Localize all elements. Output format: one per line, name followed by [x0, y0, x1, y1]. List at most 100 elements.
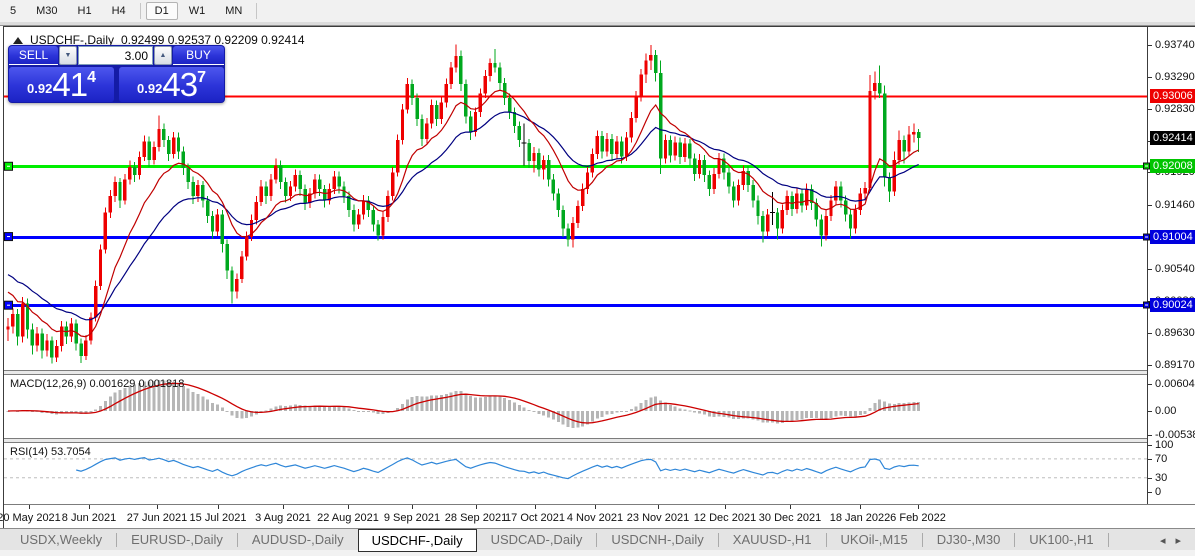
- rsi-axis-label: 30: [1155, 472, 1167, 484]
- sell-price-button[interactable]: 0.92414: [9, 67, 114, 102]
- timeframe-toolbar: 5M30H1H4 D1W1MN: [0, 0, 1195, 22]
- timeframe-button-H4[interactable]: H4: [103, 2, 135, 20]
- price-line-badge[interactable]: 0.93006: [1150, 89, 1195, 103]
- price-axis-tick: [1148, 77, 1152, 78]
- timeframe-button-D1[interactable]: D1: [146, 2, 178, 20]
- macd-axis-tick: [1148, 384, 1152, 385]
- tab-ukoil-m15[interactable]: UKOil-,M15: [827, 529, 922, 549]
- macd-label: MACD(12,26,9) 0.001629 0.001818: [10, 378, 184, 390]
- terminal-window: 5M30H1H4D1W1MN USDCHF-,Daily 0.92499 0.9…: [0, 0, 1195, 556]
- timeframe-button-5[interactable]: 5: [1, 2, 25, 20]
- date-axis-label: 9 Sep 2021: [384, 512, 440, 524]
- date-axis-tick: [157, 505, 158, 509]
- date-axis-tick: [348, 505, 349, 509]
- date-axis-label: 12 Dec 2021: [694, 512, 756, 524]
- price-axis-tick: [1148, 269, 1152, 270]
- date-axis-tick: [535, 505, 536, 509]
- timeframe-button-W1[interactable]: W1: [180, 2, 215, 20]
- tab-audusd-daily[interactable]: AUDUSD-,Daily: [238, 529, 358, 549]
- volume-decrease-button[interactable]: ▼: [59, 46, 77, 65]
- date-axis-tick: [218, 505, 219, 509]
- symbol-tabbar: USDX,WeeklyEURUSD-,DailyAUDUSD-,DailyUSD…: [0, 528, 1195, 556]
- rsi-axis-label: 70: [1155, 453, 1167, 465]
- current-price-badge: 0.92414: [1150, 131, 1195, 145]
- price-axis-tick: [1148, 45, 1152, 46]
- tab-eurusd-daily[interactable]: EURUSD-,Daily: [117, 529, 237, 549]
- date-axis-tick: [790, 505, 791, 509]
- tab-scroll-left-icon[interactable]: ◂: [1160, 534, 1166, 547]
- date-axis-tick: [860, 505, 861, 509]
- date-axis-tick: [89, 505, 90, 509]
- price-axis-tick: [1148, 109, 1152, 110]
- date-axis-tick: [476, 505, 477, 509]
- buy-price-pip: 7: [197, 69, 206, 87]
- date-axis-label: 20 May 2021: [0, 512, 61, 524]
- macd-main-value: 0.001629: [89, 378, 135, 390]
- date-axis-label: 15 Jul 2021: [190, 512, 247, 524]
- rsi-axis-tick: [1148, 492, 1152, 493]
- arrow-down-icon: ▼: [65, 52, 72, 59]
- price-line-badge[interactable]: 0.90024: [1150, 298, 1195, 312]
- timeframe-button-M30[interactable]: M30: [27, 2, 66, 20]
- tab-usdx-weekly[interactable]: USDX,Weekly: [6, 529, 116, 549]
- date-axis-label: 18 Jan 2022: [830, 512, 891, 524]
- timeframe-button-MN[interactable]: MN: [216, 2, 251, 20]
- rsi-axis-label: 100: [1155, 439, 1173, 451]
- timeframe-button-H1[interactable]: H1: [69, 2, 101, 20]
- rsi-value: 53.7054: [51, 446, 91, 458]
- price-axis-label: 0.91460: [1155, 199, 1195, 211]
- date-axis-label: 28 Sep 2021: [445, 512, 507, 524]
- tab-separator: [1108, 533, 1109, 547]
- one-click-trading-panel: SELL ▼ 3.00 ▲ BUY 0.92414 0.92437: [8, 45, 225, 103]
- date-axis-tick: [412, 505, 413, 509]
- tab-dj30-m30[interactable]: DJ30-,M30: [923, 529, 1015, 549]
- date-axis-label: 4 Nov 2021: [567, 512, 623, 524]
- price-line-badge[interactable]: 0.91004: [1150, 230, 1195, 244]
- date-axis-label: 23 Nov 2021: [627, 512, 689, 524]
- price-axis-label: 0.93740: [1155, 39, 1195, 51]
- macd-axis-label: 0.00: [1155, 405, 1176, 417]
- price-axis: 0.937400.932900.928300.923700.919200.914…: [1147, 27, 1195, 504]
- price-axis-tick: [1148, 333, 1152, 334]
- date-axis-tick: [29, 505, 30, 509]
- date-axis: 20 May 20218 Jun 202127 Jun 202115 Jul 2…: [4, 505, 1195, 528]
- rsi-pane[interactable]: [4, 443, 1147, 504]
- tab-usdcad-daily[interactable]: USDCAD-,Daily: [477, 529, 597, 549]
- date-axis-tick: [283, 505, 284, 509]
- rsi-axis-tick: [1148, 478, 1152, 479]
- volume-input[interactable]: 3.00: [78, 46, 153, 65]
- macd-axis-tick: [1148, 435, 1152, 436]
- price-axis-label: 0.89170: [1155, 359, 1195, 371]
- sell-price-pip: 4: [87, 69, 96, 87]
- volume-increase-button[interactable]: ▲: [154, 46, 172, 65]
- date-axis-tick: [595, 505, 596, 509]
- buy-button[interactable]: BUY: [173, 46, 224, 65]
- price-axis-tick: [1148, 365, 1152, 366]
- macd-axis-label: 0.006045: [1155, 378, 1195, 390]
- date-axis-label: 27 Jun 2021: [127, 512, 188, 524]
- buy-price-button[interactable]: 0.92437: [119, 67, 224, 102]
- date-axis-tick: [658, 505, 659, 509]
- date-axis-tick: [918, 505, 919, 509]
- sell-button[interactable]: SELL: [9, 46, 58, 65]
- date-axis-label: 3 Aug 2021: [255, 512, 311, 524]
- tab-uk100-h1[interactable]: UK100-,H1: [1015, 529, 1107, 549]
- price-axis-label: 0.92830: [1155, 103, 1195, 115]
- price-axis-label: 0.90540: [1155, 263, 1195, 275]
- badge-line-marker: [1143, 233, 1150, 240]
- rsi-axis-tick: [1148, 445, 1152, 446]
- price-axis-label: 0.93290: [1155, 71, 1195, 83]
- tab-usdcnh-daily[interactable]: USDCNH-,Daily: [597, 529, 717, 549]
- tab-xauusd-h1[interactable]: XAUUSD-,H1: [719, 529, 826, 549]
- tab-scroll-right-icon[interactable]: ▸: [1175, 534, 1181, 547]
- price-line-badge[interactable]: 0.92008: [1150, 159, 1195, 173]
- sell-price-base: 0.92: [27, 81, 52, 96]
- toolbar-separator: [140, 3, 141, 19]
- macd-signal-value: 0.001818: [138, 378, 184, 390]
- buy-price-big: 43: [162, 69, 197, 100]
- date-axis-label: 22 Aug 2021: [317, 512, 379, 524]
- tab-usdchf-daily[interactable]: USDCHF-,Daily: [358, 529, 477, 552]
- badge-line-marker: [1143, 163, 1150, 170]
- buy-price-base: 0.92: [137, 81, 162, 96]
- panel-toggle-icon[interactable]: [13, 37, 23, 44]
